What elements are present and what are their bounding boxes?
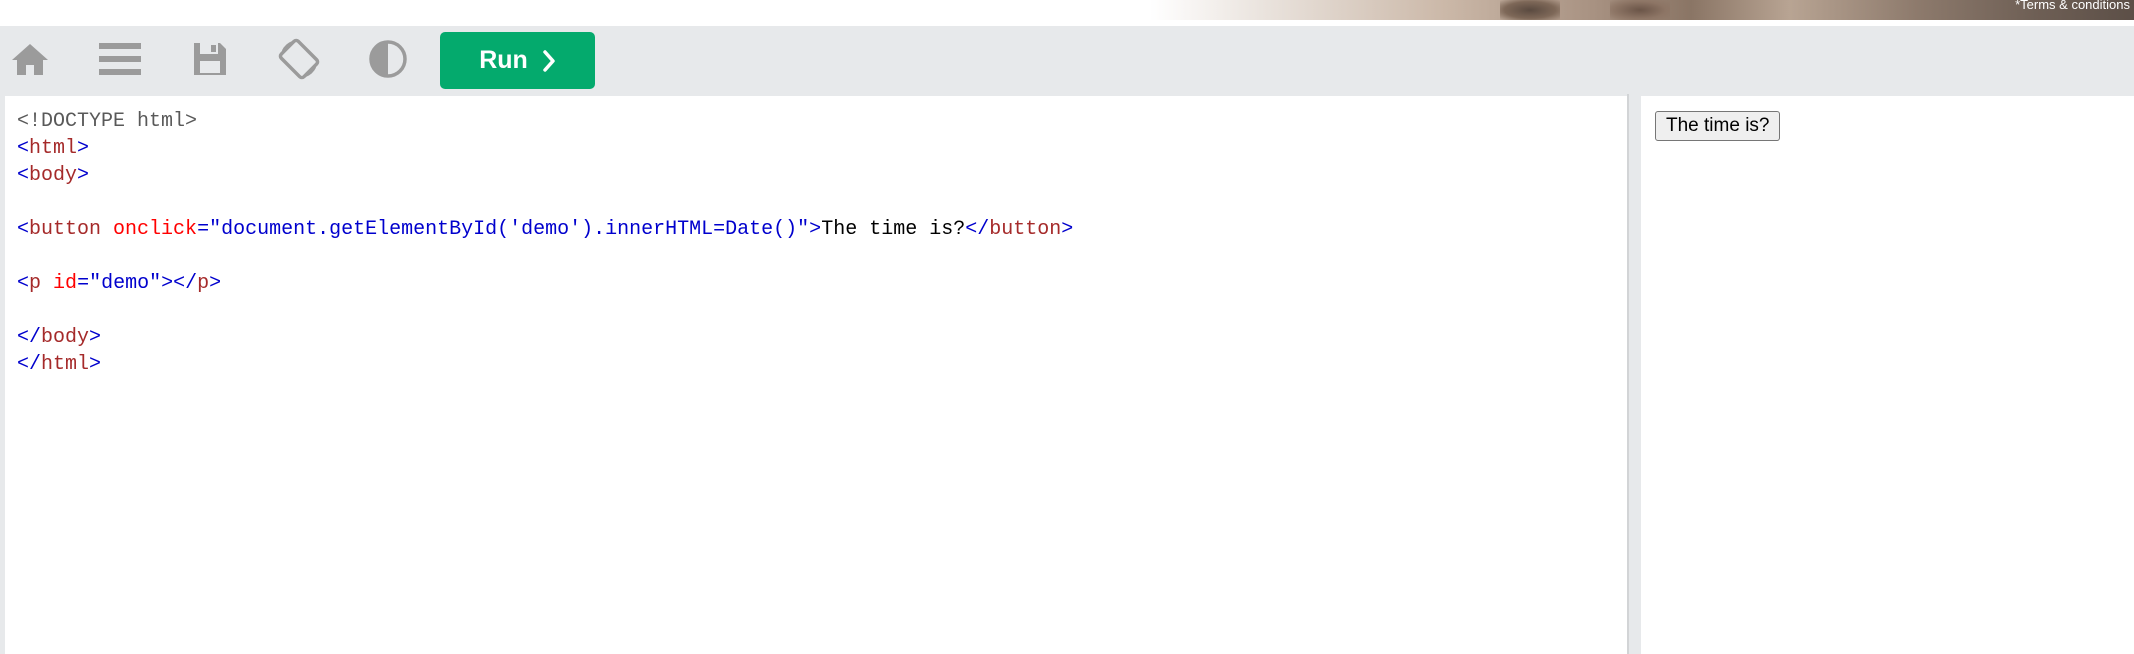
code-token: < [17, 272, 30, 295]
ad-terms-text: *Terms & conditions [2015, 0, 2130, 12]
home-icon [10, 41, 50, 82]
code-token: p [197, 272, 210, 295]
home-button[interactable] [2, 36, 58, 86]
code-token: ="document.getElementById('demo').innerH… [197, 218, 810, 241]
panel-divider [1627, 94, 1629, 654]
code-token: html [29, 137, 78, 160]
code-editor[interactable]: <!DOCTYPE html> <html> <body> <button oncli… [5, 96, 1627, 654]
code-line: <p id="demo"></p> [17, 270, 1073, 297]
panel-resize-handle[interactable] [1627, 94, 1641, 654]
code-token: html [41, 353, 90, 376]
rotate-button[interactable] [271, 36, 327, 86]
contrast-icon [368, 39, 408, 84]
menu-icon [98, 41, 142, 82]
code-token: > [89, 353, 102, 376]
code-token: ="demo" [77, 272, 162, 295]
advertisement-banner[interactable]: *Terms & conditions [0, 0, 2134, 26]
result-preview: The time is? [1641, 96, 2134, 654]
code-token: button [989, 218, 1062, 241]
save-icon [192, 41, 228, 82]
workspace: <!DOCTYPE html> <html> <body> <button oncli… [0, 94, 2134, 654]
run-button-label: Run [479, 46, 528, 74]
code-line: <button onclick="document.getElementById… [17, 216, 1073, 243]
code-token: > [209, 272, 222, 295]
code-token: < [17, 164, 30, 187]
theme-toggle-button[interactable] [360, 36, 416, 86]
code-token: <!DOCTYPE html> [17, 110, 198, 133]
code-token: > [809, 218, 822, 241]
code-token: > [77, 164, 90, 187]
code-token: body [29, 164, 78, 187]
code-token: </ [17, 353, 42, 376]
code-token: onclick [113, 218, 198, 241]
code-token: > [89, 326, 102, 349]
code-token: </ [965, 218, 990, 241]
code-token: The time is? [821, 218, 966, 241]
advertisement-figure [1500, 0, 1560, 20]
run-button[interactable]: Run [440, 32, 595, 89]
advertisement-figure [1610, 0, 1670, 20]
code-token: id [53, 272, 78, 295]
code-token: < [17, 218, 30, 241]
code-content[interactable]: <!DOCTYPE html> <html> <body> <button oncli… [17, 108, 1073, 378]
chevron-right-icon [542, 49, 556, 72]
code-line: </body> [17, 324, 1073, 351]
code-token: button [29, 218, 102, 241]
menu-button[interactable] [92, 36, 148, 86]
code-token: > [77, 137, 90, 160]
code-token: body [41, 326, 90, 349]
code-token: p [29, 272, 42, 295]
rotate-icon [277, 37, 321, 86]
code-token: ></ [161, 272, 198, 295]
editor-toolbar: Run [0, 26, 2134, 94]
code-token: > [1061, 218, 1074, 241]
code-line: <html> [17, 135, 1073, 162]
code-line: </html> [17, 351, 1073, 378]
code-line: <body> [17, 162, 1073, 189]
code-token: </ [17, 326, 42, 349]
save-button[interactable] [182, 36, 238, 86]
code-line: <!DOCTYPE html> [17, 108, 1073, 135]
time-button[interactable]: The time is? [1655, 111, 1781, 141]
code-token: < [17, 137, 30, 160]
